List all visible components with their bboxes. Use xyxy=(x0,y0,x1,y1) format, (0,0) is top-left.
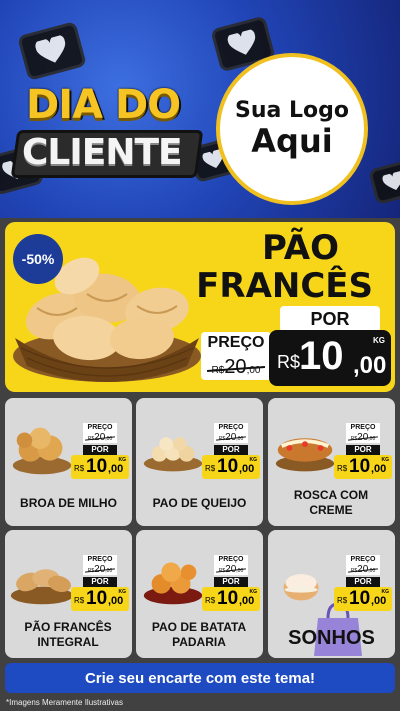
unit-label: KG xyxy=(249,589,258,595)
product-image xyxy=(275,438,335,472)
title-line-1: DIA DO xyxy=(26,82,181,128)
new-price-box: R$ 10,00 KG xyxy=(71,455,129,479)
unit-label: KG xyxy=(381,457,390,463)
por-label: POR xyxy=(280,306,380,332)
logo-line-1: Sua Logo xyxy=(234,98,349,124)
por-label: POR xyxy=(214,445,248,455)
new-price: 10 xyxy=(217,456,239,477)
product-image xyxy=(143,562,203,605)
product-name-line-2: FRANCÊS xyxy=(196,266,373,306)
new-price-cents: ,00 xyxy=(371,595,387,607)
new-price: 10 xyxy=(86,456,108,477)
product-name: PÃO FRANCÊS INTEGRAL xyxy=(24,620,112,649)
unit-label: KG xyxy=(118,589,127,595)
product-image xyxy=(10,569,74,605)
event-title: DIA DO CLIENTE xyxy=(10,82,204,182)
product-name: PAO DE QUEIJO xyxy=(152,496,247,510)
currency: R$ xyxy=(337,464,348,473)
new-price-cents: ,00 xyxy=(108,463,124,475)
new-price-cents: ,00 xyxy=(353,352,387,379)
discount-badge: -50% xyxy=(13,234,63,284)
currency: R$ xyxy=(205,464,216,473)
product-card[interactable]: PREÇOR$20,00PORR$10,00KGPÃO FRANCÊS INTE… xyxy=(5,530,132,658)
unit-label: KG xyxy=(118,457,127,463)
featured-product[interactable]: -50% PÃO FRANCÊS POR PREÇO R$20,00 R$ xyxy=(5,222,395,392)
title-line-2: CLIENTE xyxy=(22,132,183,173)
product-card[interactable]: PREÇOR$20,00PORR$10,00KGPAO DE QUEIJO xyxy=(136,398,263,526)
disclaimer: *Imagens Meramente Ilustrativas xyxy=(6,698,123,707)
product-name-line-1: PÃO xyxy=(261,228,339,268)
product-image xyxy=(12,427,72,475)
logo-line-2: Aqui xyxy=(251,121,333,160)
heart-card-icon xyxy=(17,21,87,81)
unit-label: KG xyxy=(381,589,390,595)
new-price-box: R$ 10,00 KG xyxy=(71,587,129,611)
new-price: 10 xyxy=(86,588,108,609)
new-price: 10 xyxy=(217,588,239,609)
preco-label: PREÇO xyxy=(207,334,265,351)
new-price-cents: ,00 xyxy=(239,463,255,475)
unit-label: KG xyxy=(249,457,258,463)
unit-label: KG xyxy=(373,336,385,345)
product-name: SONHOS xyxy=(288,627,375,649)
currency: R$ xyxy=(337,596,348,605)
por-label: POR xyxy=(346,577,380,587)
old-price-tag: PREÇO R$20,00 xyxy=(201,332,271,380)
product-card[interactable]: PREÇOR$20,00PORR$10,00KGROSCA COM CREME xyxy=(268,398,395,526)
new-price-box: R$ 10,00 KG xyxy=(202,587,260,611)
new-price: 10 xyxy=(349,456,371,477)
product-card[interactable]: PREÇOR$20,00PORR$10,00KGSONHOS xyxy=(268,530,395,658)
product-image xyxy=(143,437,203,472)
new-price: 10 xyxy=(349,588,371,609)
currency: R$ xyxy=(205,596,216,605)
currency: R$ xyxy=(74,596,85,605)
logo-placeholder[interactable]: Sua Logo Aqui xyxy=(216,53,368,205)
product-name: BROA DE MILHO xyxy=(20,496,117,510)
heart-card-icon xyxy=(368,158,400,206)
new-price-cents: ,00 xyxy=(108,595,124,607)
new-price-box: R$ 10,00 KG xyxy=(334,587,392,611)
currency: R$ xyxy=(74,464,85,473)
por-label: POR xyxy=(83,577,117,587)
por-label: POR xyxy=(346,445,380,455)
new-price-box: R$ 10,00 KG xyxy=(334,455,392,479)
flyer-page: DIA DO CLIENTE Sua Logo Aqui -50% PÃO FR… xyxy=(0,0,400,711)
new-price-cents: ,00 xyxy=(371,463,387,475)
new-price-box: R$ 10 ,00 KG xyxy=(269,330,391,386)
por-label: POR xyxy=(214,577,248,587)
product-card[interactable]: PREÇOR$20,00PORR$10,00KGBROA DE MILHO xyxy=(5,398,132,526)
por-label: POR xyxy=(83,445,117,455)
new-price-box: R$ 10,00 KG xyxy=(202,455,260,479)
product-name: ROSCA COM CREME xyxy=(293,488,369,517)
product-name: PAO DE BATATA PADARIA xyxy=(151,620,247,649)
product-card[interactable]: PREÇOR$20,00PORR$10,00KGPAO DE BATATA PA… xyxy=(136,530,263,658)
create-flyer-button[interactable]: Crie seu encarte com este tema! xyxy=(5,663,395,693)
new-price-cents: ,00 xyxy=(239,595,255,607)
new-price: 10 xyxy=(299,334,344,378)
currency: R$ xyxy=(277,352,301,372)
header-banner: DIA DO CLIENTE Sua Logo Aqui xyxy=(0,0,400,218)
